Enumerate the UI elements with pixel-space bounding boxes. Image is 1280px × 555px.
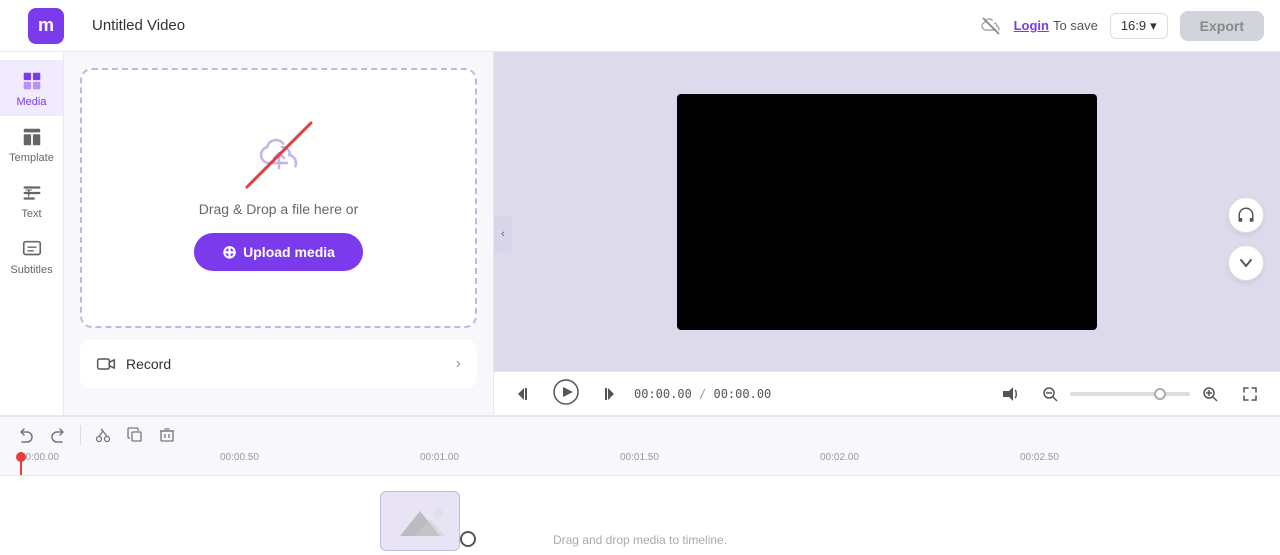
video-title: Untitled Video: [92, 17, 185, 34]
zoom-out-button[interactable]: [1036, 380, 1064, 408]
sidebar: Media Template T Text Subtitles: [0, 52, 64, 415]
sidebar-label-subtitles: Subtitles: [10, 264, 52, 276]
mountain-thumbnail: [390, 501, 450, 541]
video-preview: [677, 94, 1097, 330]
chevron-right-icon: ›: [456, 355, 461, 373]
sidebar-item-template[interactable]: Template: [0, 116, 63, 172]
record-label: Record: [126, 356, 171, 372]
collapse-panel-button[interactable]: ‹: [494, 216, 512, 252]
skip-forward-icon: [600, 386, 616, 402]
logo-area: m: [16, 8, 76, 44]
media-icon: [21, 70, 43, 92]
zoom-in-button[interactable]: [1196, 380, 1224, 408]
login-text: To save: [1053, 18, 1098, 33]
current-time: 00:00.00 / 00:00.00: [634, 387, 771, 401]
undo-icon: [18, 427, 34, 443]
skip-back-icon: [516, 386, 532, 402]
copy-icon: [127, 427, 143, 443]
drag-drop-text: Drag & Drop a file here or: [199, 201, 359, 217]
playback-bar: 00:00.00 / 00:00.00: [494, 371, 1280, 415]
aspect-ratio-button[interactable]: 16:9 ▾: [1110, 13, 1168, 39]
play-button[interactable]: [550, 378, 582, 410]
timeline-area: 00:00.00 00:00.50 00:01.00 00:01.50 00:0…: [0, 415, 1280, 555]
zoom-out-icon: [1042, 386, 1058, 402]
main-area: Media Template T Text Subtitles: [0, 52, 1280, 415]
upload-area: Drag & Drop a file here or ⊕ Upload medi…: [80, 68, 477, 328]
timeline-playhead: [20, 452, 22, 475]
chevron-down-icon: [1239, 256, 1253, 270]
subtitles-icon: [21, 238, 43, 260]
toolbar-row: [0, 416, 1280, 452]
ruler-mark-4: 00:02.00: [820, 452, 859, 463]
media-panel: Drag & Drop a file here or ⊕ Upload medi…: [64, 52, 494, 415]
fullscreen-button[interactable]: [1236, 380, 1264, 408]
upload-icon-container: [249, 125, 309, 185]
ruler-mark-5: 00:02.50: [1020, 452, 1059, 463]
redo-button[interactable]: [44, 421, 72, 449]
delete-icon: [159, 427, 175, 443]
record-camera-icon: [96, 354, 116, 374]
volume-button[interactable]: [996, 380, 1024, 408]
app-logo: m: [28, 8, 64, 44]
export-button[interactable]: Export: [1180, 11, 1264, 41]
skip-back-button[interactable]: [510, 380, 538, 408]
ruler-mark-2: 00:01.00: [420, 452, 459, 463]
delete-button[interactable]: [153, 421, 181, 449]
preview-area: ‹: [494, 52, 1280, 415]
preview-canvas: [494, 52, 1280, 371]
redo-icon: [50, 427, 66, 443]
zoom-slider[interactable]: [1070, 392, 1190, 396]
text-icon: T: [21, 182, 43, 204]
sidebar-label-template: Template: [9, 152, 54, 164]
undo-button[interactable]: [12, 421, 40, 449]
sidebar-item-text[interactable]: T Text: [0, 172, 63, 228]
toolbar-divider: [80, 425, 81, 445]
sidebar-label-media: Media: [17, 96, 47, 108]
zoom-control: [1036, 380, 1224, 408]
playhead-dot: [16, 452, 26, 462]
cut-icon: [95, 427, 111, 443]
top-right: Login To save 16:9 ▾ Export: [980, 11, 1264, 41]
ruler-mark-3: 00:01.50: [620, 452, 659, 463]
cut-button[interactable]: [89, 421, 117, 449]
zoom-thumb: [1154, 388, 1166, 400]
plus-icon: ⊕: [222, 243, 237, 261]
top-bar: m Untitled Video Login To save 16:9 ▾ Ex…: [0, 0, 1280, 52]
login-link[interactable]: Login: [1014, 18, 1049, 33]
fullscreen-icon: [1242, 386, 1258, 402]
cloud-upload-icon: [249, 125, 309, 185]
timeline-clip[interactable]: [380, 491, 460, 551]
timeline-tracks: Drag and drop media to timeline.: [0, 476, 1280, 555]
timeline-drag-hint: Drag and drop media to timeline.: [553, 533, 727, 547]
svg-text:T: T: [25, 189, 32, 200]
timeline-cursor: [460, 531, 476, 547]
sidebar-item-subtitles[interactable]: Subtitles: [0, 228, 63, 284]
timeline-ruler: 00:00.00 00:00.50 00:01.00 00:01.50 00:0…: [0, 452, 1280, 476]
template-icon: [21, 126, 43, 148]
record-row[interactable]: Record ›: [80, 340, 477, 388]
zoom-in-icon: [1202, 386, 1218, 402]
sidebar-item-media[interactable]: Media: [0, 60, 63, 116]
headphone-button[interactable]: [1228, 197, 1264, 233]
sidebar-label-text: Text: [21, 208, 41, 220]
chevron-down-icon: ▾: [1150, 18, 1157, 34]
record-left: Record: [96, 354, 171, 374]
play-icon: [553, 379, 579, 405]
right-controls: [1228, 197, 1264, 281]
clip-thumbnail: [381, 492, 459, 550]
copy-button[interactable]: [121, 421, 149, 449]
login-area: Login To save: [1014, 18, 1098, 33]
volume-icon: [1001, 385, 1019, 403]
upload-media-button[interactable]: ⊕ Upload media: [194, 233, 363, 271]
scroll-down-button[interactable]: [1228, 245, 1264, 281]
cloud-slash-icon: [980, 17, 1002, 35]
top-center: Untitled Video: [76, 17, 980, 34]
skip-forward-button[interactable]: [594, 380, 622, 408]
headphone-icon: [1237, 206, 1255, 224]
ruler-mark-1: 00:00.50: [220, 452, 259, 463]
